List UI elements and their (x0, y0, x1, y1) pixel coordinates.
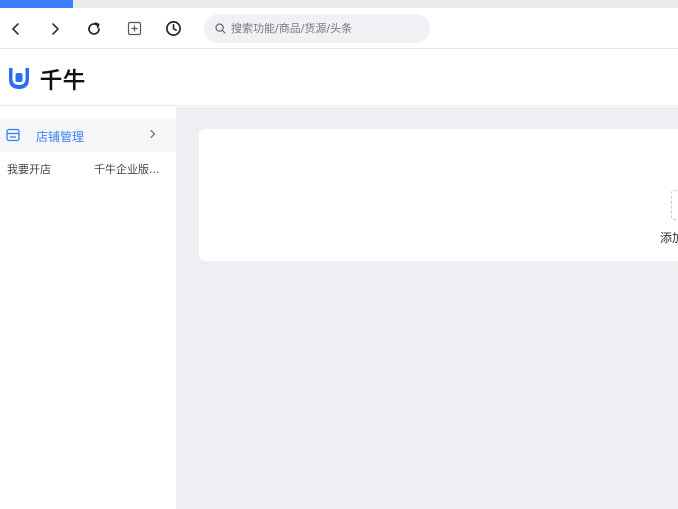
sidebar-group-store-management[interactable]: 店铺管理 (0, 118, 176, 152)
add-module-button[interactable] (671, 190, 678, 220)
sidebar: 店铺管理 我要开店 千牛企业版... (0, 107, 176, 509)
qianniu-logo-icon (9, 68, 29, 89)
toolbar (0, 8, 678, 49)
plus-square-icon (127, 21, 141, 36)
search-input[interactable] (231, 22, 421, 35)
history-button[interactable] (159, 8, 187, 49)
sidebar-item-enterprise[interactable]: 千牛企业版... (94, 161, 160, 177)
tab-strip (0, 0, 678, 8)
reload-button[interactable] (80, 8, 108, 49)
reload-icon (88, 21, 100, 35)
forward-button[interactable] (41, 8, 69, 49)
chevron-right-icon (52, 22, 59, 35)
module-card: 添加模 (199, 129, 678, 261)
store-icon (6, 128, 20, 142)
chevron-left-icon (12, 22, 19, 35)
brand-name: 千牛 (40, 69, 87, 94)
back-button[interactable] (2, 8, 30, 49)
search-icon (215, 23, 226, 34)
search-bar[interactable] (204, 14, 430, 43)
clock-icon (165, 21, 181, 36)
main-content: 添加模 (176, 107, 678, 509)
chevron-right-icon (150, 129, 156, 139)
sidebar-item-open-store[interactable]: 我要开店 (7, 161, 51, 177)
sidebar-group-label: 店铺管理 (36, 130, 85, 144)
header: 千牛 (0, 50, 678, 106)
add-module-label[interactable]: 添加模 (660, 229, 678, 246)
active-tab[interactable] (0, 0, 73, 8)
new-tab-button[interactable] (120, 8, 148, 49)
